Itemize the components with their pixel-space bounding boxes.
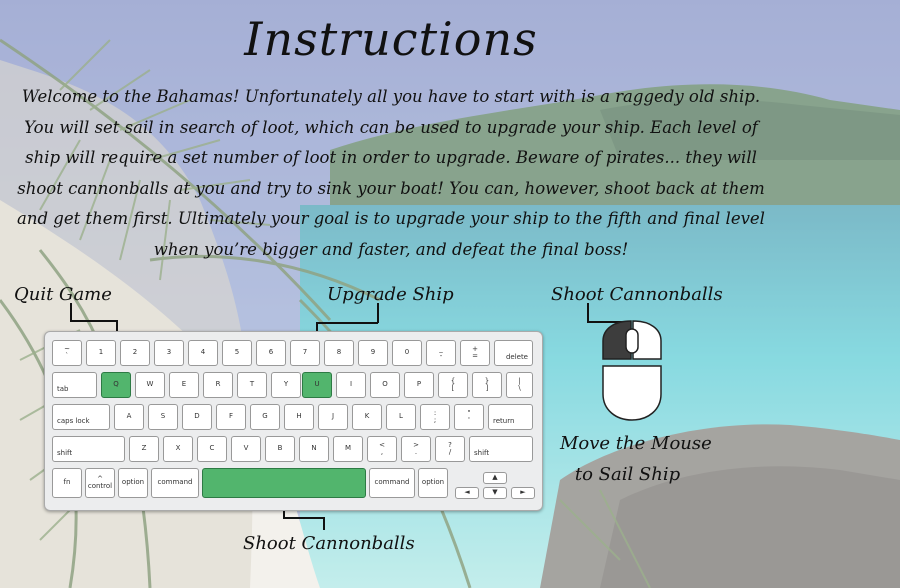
key-j: J (318, 404, 348, 430)
mouse-scroll-wheel (625, 328, 639, 354)
key-9: 9 (358, 340, 388, 366)
key-option-right: option (418, 468, 448, 498)
key-u-upgrade: U (302, 372, 332, 398)
key-l: L (386, 404, 416, 430)
key-y: Y (271, 372, 301, 398)
key-e: E (169, 372, 199, 398)
key-p: P (404, 372, 434, 398)
key-period: >. (401, 436, 431, 462)
key-shift-right: shift (469, 436, 533, 462)
key-g: G (250, 404, 280, 430)
intro-text: Welcome to the Bahamas! Unfortunately al… (17, 87, 765, 259)
upgrade-leader-line (316, 322, 378, 324)
shoot-cannonballs-keyboard-label: Shoot Cannonballs (243, 533, 415, 554)
key-s: S (148, 404, 178, 430)
key-command-right: command (369, 468, 415, 498)
key-close-bracket: }] (472, 372, 502, 398)
key-control: ^ control (85, 468, 115, 498)
mouse-leader-line (587, 303, 589, 322)
key-i: I (336, 372, 366, 398)
key-n: N (299, 436, 329, 462)
key-space-shoot (202, 468, 366, 498)
move-mouse-label-line2: to Sail Ship (574, 464, 681, 485)
key-arrow-down: ▼ (483, 487, 507, 499)
mouse-body (602, 365, 662, 421)
key-k: K (352, 404, 382, 430)
upgrade-ship-label: Upgrade Ship (327, 284, 454, 305)
page-title: Instructions (244, 12, 538, 66)
key-backtick: ~ ` (52, 340, 82, 366)
quit-game-label: Quit Game (14, 284, 112, 305)
mouse-buttons (602, 320, 662, 360)
key-semicolon: :; (420, 404, 450, 430)
upgrade-leader-line (377, 303, 379, 323)
space-leader-line (323, 517, 325, 530)
key-arrow-right: ► (511, 487, 535, 499)
quit-leader-line (70, 303, 72, 321)
key-comma: <, (367, 436, 397, 462)
key-a: A (114, 404, 144, 430)
key-delete: delete (494, 340, 533, 366)
space-leader-line (283, 517, 324, 519)
key-arrow-up: ▲ (483, 472, 507, 484)
key-quote: " ' (454, 404, 484, 430)
key-equals: + = (460, 340, 490, 366)
key-3: 3 (154, 340, 184, 366)
key-7: 7 (290, 340, 320, 366)
key-c: C (197, 436, 227, 462)
key-r: R (203, 372, 233, 398)
key-z: Z (129, 436, 159, 462)
key-2: 2 (120, 340, 150, 366)
key-shift-left: shift (52, 436, 125, 462)
key-q-quit: Q (101, 372, 131, 398)
key-5: 5 (222, 340, 252, 366)
key-m: M (333, 436, 363, 462)
key-slash: ? / (435, 436, 465, 462)
key-minus: _ - (426, 340, 456, 366)
key-8: 8 (324, 340, 354, 366)
key-fn: fn (52, 468, 82, 498)
move-mouse-label-line1: Move the Mouse (560, 433, 712, 454)
key-0: 0 (392, 340, 422, 366)
key-6: 6 (256, 340, 286, 366)
key-backslash: | \ (506, 372, 533, 398)
key-return: return (488, 404, 533, 430)
key-tab: tab (52, 372, 97, 398)
key-open-bracket: {[ (438, 372, 468, 398)
shoot-cannonballs-mouse-label: Shoot Cannonballs (551, 284, 723, 305)
key-v: V (231, 436, 261, 462)
key-o: O (370, 372, 400, 398)
key-t: T (237, 372, 267, 398)
key-b: B (265, 436, 295, 462)
keyboard-diagram: ~ ` 1 2 3 4 5 6 7 8 9 0 _ - + = delete tab … (44, 331, 543, 511)
key-caps-lock: caps lock (52, 404, 110, 430)
key-arrow-left: ◄ (455, 487, 479, 499)
key-w: W (135, 372, 165, 398)
key-x: X (163, 436, 193, 462)
key-1: 1 (86, 340, 116, 366)
key-option-left: option (118, 468, 148, 498)
quit-leader-line (70, 320, 117, 322)
key-d: D (182, 404, 212, 430)
key-command-left: command (151, 468, 199, 498)
key-f: F (216, 404, 246, 430)
key-h: H (284, 404, 314, 430)
key-4: 4 (188, 340, 218, 366)
